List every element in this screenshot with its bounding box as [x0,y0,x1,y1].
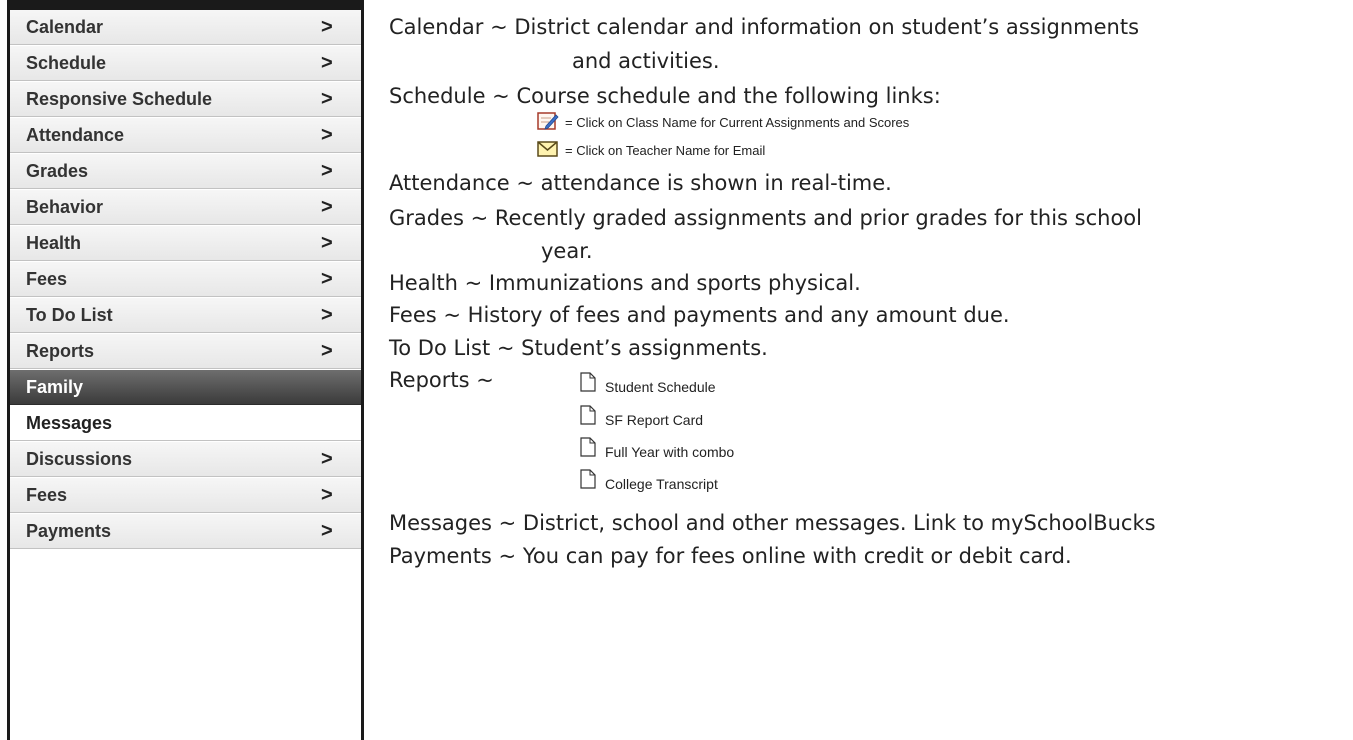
sidebar-item-schedule[interactable]: Schedule > [10,46,361,81]
calendar-description: Calendar ~ District calendar and informa… [389,15,1140,39]
email-envelope-icon [537,140,559,161]
chevron-right-icon: > [321,519,333,542]
chevron-right-icon: > [321,15,333,38]
sidebar-item-label: Reports [26,340,95,361]
document-icon [580,372,596,395]
sidebar-item-label: Health [26,232,82,253]
menu-top-bar [10,0,361,10]
sidebar-item-label: Attendance [26,124,125,145]
chevron-right-icon: > [321,483,333,506]
sidebar-item-health[interactable]: Health > [10,226,361,261]
report-link-label: Full Year with combo [605,444,735,460]
report-link-label: SF Report Card [605,412,704,428]
sidebar-item-label: Fees [26,484,68,505]
sidebar-item-label: Grades [26,160,89,181]
document-icon [580,469,596,492]
chevron-right-icon: > [321,339,333,362]
sidebar-section-label: Family [26,376,84,397]
report-link[interactable]: Student Schedule [580,372,716,395]
chevron-right-icon: > [321,159,333,182]
report-link[interactable]: SF Report Card [580,405,703,428]
sidebar-item-fees[interactable]: Fees > [10,262,361,297]
sidebar-item-discussions[interactable]: Discussions > [10,442,361,477]
sidebar-item-grades[interactable]: Grades > [10,154,361,189]
health-description: Health ~ Immunizations and sports physic… [389,271,861,295]
sidebar-item-behavior[interactable]: Behavior > [10,190,361,225]
legend-assignments: = Click on Class Name for Current Assign… [537,111,909,134]
sidebar-item-label: Messages [26,412,113,433]
chevron-right-icon: > [321,87,333,110]
document-icon [580,437,596,460]
chevron-right-icon: > [321,123,333,146]
grades-description-continued: year. [541,239,593,263]
payments-description: Payments ~ You can pay for fees online w… [389,544,1072,568]
sidebar-item-label: Schedule [26,52,107,73]
chevron-right-icon: > [321,231,333,254]
attendance-description: Attendance ~ attendance is shown in real… [389,171,892,195]
legend-email-text: = Click on Teacher Name for Email [565,143,766,158]
grades-description: Grades ~ Recently graded assignments and… [389,206,1142,230]
chevron-right-icon: > [321,447,333,470]
sidebar-item-messages[interactable]: Messages [10,406,361,441]
legend-assignments-text: = Click on Class Name for Current Assign… [565,115,910,130]
sidebar-item-payments[interactable]: Payments > [10,514,361,549]
chevron-right-icon: > [321,195,333,218]
sidebar-menu: Calendar > Schedule > Responsive Schedul… [7,0,364,740]
sidebar-item-to-do-list[interactable]: To Do List > [10,298,361,333]
calendar-description-continued: and activities. [572,49,720,73]
sidebar-item-label: To Do List [26,304,113,325]
report-link[interactable]: Full Year with combo [580,437,734,460]
sidebar-item-attendance[interactable]: Attendance > [10,118,361,153]
schedule-description: Schedule ~ Course schedule and the follo… [389,84,941,108]
chevron-right-icon: > [321,303,333,326]
sidebar-item-label: Responsive Schedule [26,88,213,109]
sidebar-item-calendar[interactable]: Calendar > [10,10,361,45]
sidebar-item-label: Calendar [26,16,104,37]
assignment-pencil-icon [537,111,559,134]
sidebar-item-responsive-schedule[interactable]: Responsive Schedule > [10,82,361,117]
sidebar-section-family: Family [10,370,361,405]
legend-email: = Click on Teacher Name for Email [537,140,765,161]
fees-description: Fees ~ History of fees and payments and … [389,303,1010,327]
todo-description: To Do List ~ Student’s assignments. [389,336,768,360]
chevron-right-icon: > [321,267,333,290]
reports-description: Reports ~ [389,368,494,392]
sidebar-item-label: Payments [26,520,112,541]
sidebar-item-label: Fees [26,268,68,289]
sidebar-item-family-fees[interactable]: Fees > [10,478,361,513]
chevron-right-icon: > [321,51,333,74]
report-link-label: Student Schedule [605,379,716,395]
sidebar-item-label: Discussions [26,448,133,469]
sidebar-item-reports[interactable]: Reports > [10,334,361,369]
sidebar-item-label: Behavior [26,196,104,217]
messages-description: Messages ~ District, school and other me… [389,511,1156,535]
report-link-label: College Transcript [605,476,718,492]
document-icon [580,405,596,428]
report-link[interactable]: College Transcript [580,469,718,492]
